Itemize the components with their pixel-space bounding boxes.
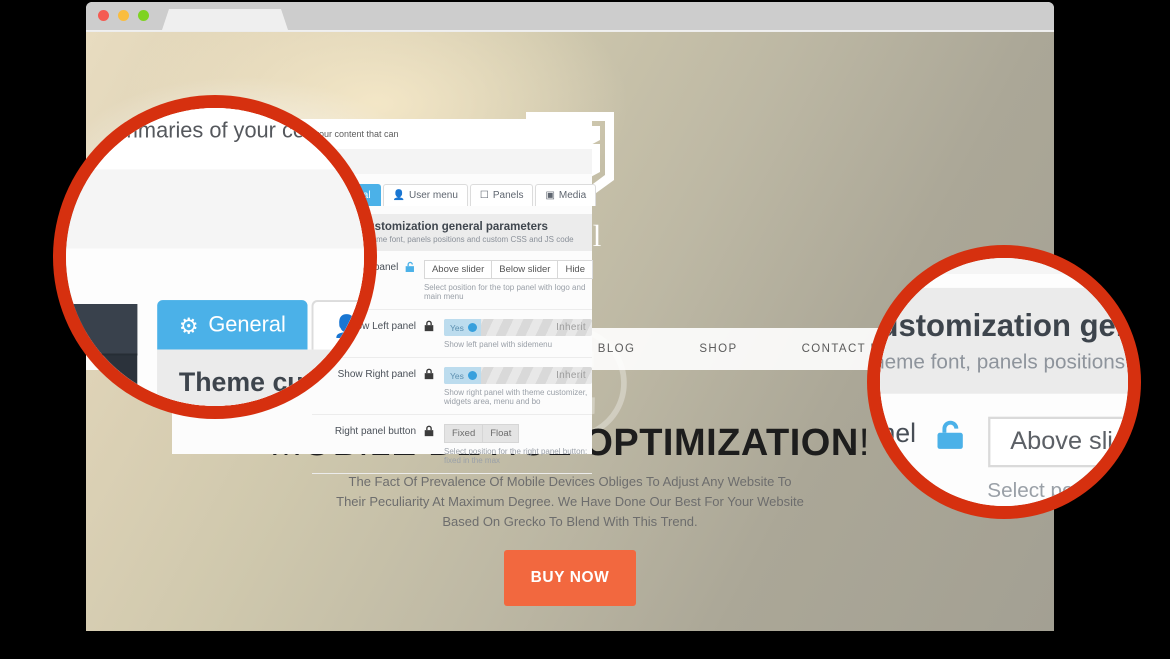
admin-body: ⚙ General ✎ Blog ⚑ Google map ☀ xyxy=(66,248,364,406)
field-label: Right panel button xyxy=(334,426,416,437)
inherit-label: Inherit xyxy=(556,370,586,381)
field-hint: Select position for the right panel butt… xyxy=(444,447,588,465)
admin-panel-area: Theme customization general parameters S… xyxy=(880,287,1128,506)
section-title: Theme customization general parameters xyxy=(880,308,1128,344)
admin-tabs: ⚙ General 👤 User menu ☐ Panels xyxy=(157,300,364,350)
headline-bold: OPTIMIZATION xyxy=(583,422,859,464)
option-below-slider[interactable]: Below slider xyxy=(491,260,559,279)
section-header: Theme customization general parameters S… xyxy=(880,287,1128,394)
user-icon: 👤 xyxy=(392,190,405,201)
toggle-on-state: Yes xyxy=(444,319,481,336)
lock-icon[interactable] xyxy=(422,368,436,380)
tab-label: General xyxy=(208,313,286,338)
field-label: Show Top panel xyxy=(880,421,916,449)
admin-sidebar: ⚙ General ✎ Blog ⚑ Google map ☀ xyxy=(66,304,138,406)
user-icon: 👤 xyxy=(333,314,361,339)
nav-item-shop[interactable]: SHOP xyxy=(667,343,769,355)
right-magnifier: Theme customization general parameters S… xyxy=(880,258,1128,506)
admin-panel-area: ⚙ General 👤 User menu ☐ Panels xyxy=(157,300,364,406)
tab-user-menu[interactable]: 👤 User menu xyxy=(311,300,364,350)
field-control: Yes Inherit Show left panel with sidemen… xyxy=(436,319,592,349)
tab-media[interactable]: ▣ Media xyxy=(535,184,597,206)
browser-tab[interactable] xyxy=(162,9,288,30)
button-group: Above slider Below slider Hide xyxy=(987,416,1128,468)
field-hint: Select position for the top panel with l… xyxy=(987,478,1128,502)
sidebar-item-blog[interactable]: ✎ Blog xyxy=(66,356,138,406)
gear-icon: ⚙ xyxy=(178,314,199,339)
field-row-right-panel-button: Right panel button Fixed Float Select po… xyxy=(312,415,592,474)
option-above-slider[interactable]: Above slider xyxy=(987,416,1128,468)
tab-general[interactable]: ⚙ General xyxy=(157,300,308,350)
tab-label: Panels xyxy=(492,190,524,201)
option-fixed[interactable]: Fixed xyxy=(444,424,484,443)
window-icon: ☐ xyxy=(479,190,489,201)
tab-label: Media xyxy=(558,190,587,201)
window-controls[interactable] xyxy=(98,10,149,21)
toggle-knob-icon xyxy=(467,323,477,332)
field-control: Yes Inherit Show right panel with theme … xyxy=(436,367,592,406)
field-control: Above slider Below slider Hide Select po… xyxy=(416,260,593,301)
magnified-admin-sheet-right: Theme customization general parameters S… xyxy=(880,258,1128,506)
section-subtitle: Select main theme font, panels positions… xyxy=(179,403,364,406)
toggle-show-left-panel[interactable]: Yes Inherit xyxy=(444,319,592,336)
field-control: Above slider Below slider Hide Select po… xyxy=(967,416,1128,502)
maximize-icon[interactable] xyxy=(138,10,149,21)
admin-top-strip: ...mmaries of your content that can xyxy=(66,108,364,170)
admin-body: Theme customization general parameters S… xyxy=(880,274,1128,506)
lock-icon[interactable] xyxy=(422,425,436,437)
magnified-admin-sheet-left: ...mmaries of your content that can ⚙ Ge… xyxy=(66,108,364,406)
button-group: Above slider Below slider Hide xyxy=(423,260,593,279)
section-title: Theme customization general parameters xyxy=(178,367,364,398)
left-magnifier: ...mmaries of your content that can ⚙ Ge… xyxy=(66,108,364,406)
hero-subtitle: The Fact Of Prevalence Of Mobile Devices… xyxy=(336,474,804,530)
field-row-show-top-panel: Show Top panel Above slider Below slider… xyxy=(880,394,1128,506)
buy-now-button[interactable]: BUY NOW xyxy=(504,550,636,606)
tab-panels[interactable]: ☐ Panels xyxy=(469,184,534,206)
inherit-label: Inherit xyxy=(556,322,586,333)
button-group: Fixed Float xyxy=(444,424,592,443)
unlock-icon[interactable] xyxy=(404,261,416,273)
field-hint: Select position for the top panel with l… xyxy=(423,283,586,301)
sidebar-item-general[interactable]: ⚙ General xyxy=(66,304,138,356)
tab-label: User menu xyxy=(409,190,458,201)
toggle-label: Yes xyxy=(450,322,464,333)
toggle-show-right-panel[interactable]: Yes Inherit xyxy=(444,367,592,384)
field-hint: Show right panel with theme customizer, … xyxy=(444,388,588,406)
unlock-icon[interactable] xyxy=(932,419,967,451)
option-hide[interactable]: Hide xyxy=(557,260,593,279)
toggle-on-state: Yes xyxy=(444,367,481,384)
option-above-slider[interactable]: Above slider xyxy=(423,260,493,279)
lock-icon[interactable] xyxy=(422,320,436,332)
admin-gap xyxy=(66,169,364,249)
field-control: Fixed Float Select position for the righ… xyxy=(436,424,592,465)
camera-icon: ▣ xyxy=(545,190,555,201)
toggle-label: Yes xyxy=(450,370,464,381)
option-float[interactable]: Float xyxy=(482,424,520,443)
toggle-knob-icon xyxy=(467,371,477,380)
tab-user-menu[interactable]: 👤 User menu xyxy=(382,184,468,206)
field-hint: Show left panel with sidemenu xyxy=(444,340,553,349)
minimize-icon[interactable] xyxy=(118,10,129,21)
browser-chrome xyxy=(86,2,1054,30)
admin-gap xyxy=(880,258,1128,275)
close-icon[interactable] xyxy=(98,10,109,21)
section-subtitle: Select main theme font, panels positions… xyxy=(880,350,1128,373)
screenshot-stage: © p.xel PAGES ABOUT GALLERY BLOG SHOP CO… xyxy=(0,0,1170,659)
headline-exclamation: ! xyxy=(858,422,870,464)
section-header: Theme customization general parameters S… xyxy=(157,349,364,406)
